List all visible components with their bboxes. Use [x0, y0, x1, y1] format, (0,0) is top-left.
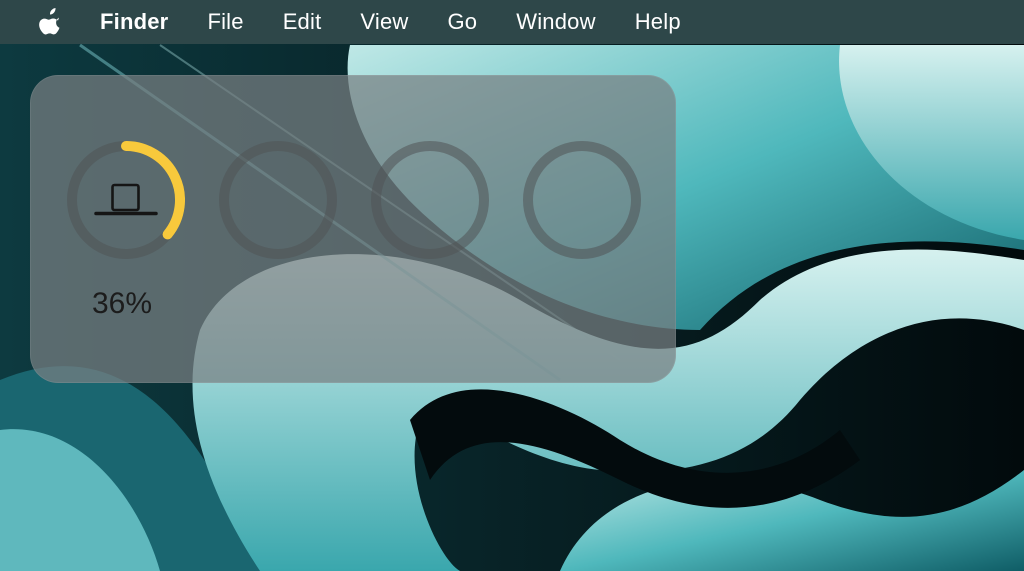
menu-help[interactable]: Help — [635, 9, 681, 35]
menu-window[interactable]: Window — [516, 9, 595, 35]
battery-level-arc — [121, 141, 185, 240]
menu-edit[interactable]: Edit — [283, 9, 322, 35]
menu-view[interactable]: View — [360, 9, 408, 35]
menu-go[interactable]: Go — [448, 9, 478, 35]
battery-ring-empty-2 — [371, 141, 489, 259]
battery-ring-empty-3 — [523, 141, 641, 259]
battery-percent-laptop: 36% — [92, 287, 153, 320]
menu-file[interactable]: File — [207, 9, 243, 35]
batteries-widget[interactable]: 36% — [30, 75, 676, 383]
menu-bar: Finder File Edit View Go Window Help — [0, 0, 1024, 44]
battery-ring-empty-1 — [219, 141, 337, 259]
menu-finder[interactable]: Finder — [100, 9, 168, 35]
laptop-icon — [94, 183, 158, 216]
battery-ring-laptop — [67, 141, 185, 259]
apple-logo-icon[interactable] — [38, 8, 64, 36]
